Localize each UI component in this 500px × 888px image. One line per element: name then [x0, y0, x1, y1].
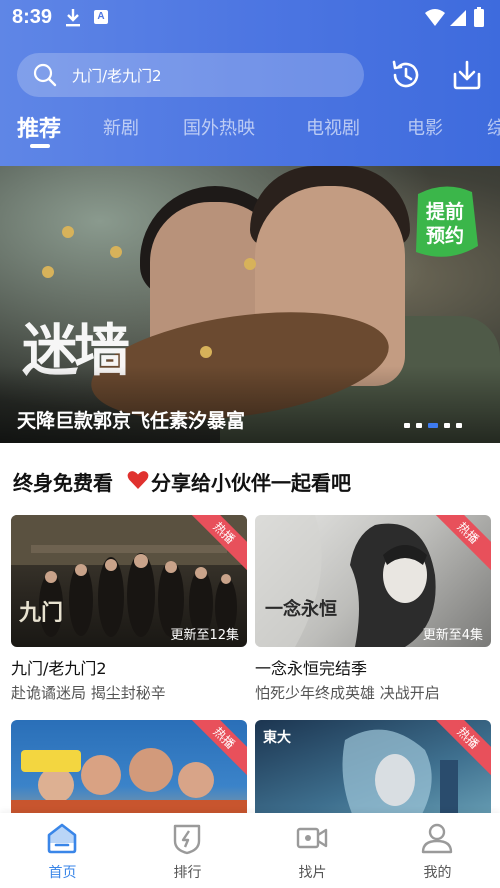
- header: 8:39 A 九门/老九门2 推荐 新剧 国外热映 电视剧 电影 综: [0, 0, 500, 166]
- banner-art-coin: [244, 258, 256, 270]
- nav-label-ranking: 排行: [173, 865, 202, 881]
- tab-foreign-hits[interactable]: 国外热映: [183, 114, 255, 140]
- card-title: 九门/老九门2: [11, 659, 107, 678]
- signal-icon: [450, 10, 466, 26]
- tab-movies[interactable]: 电影: [407, 114, 443, 140]
- carousel-dot[interactable]: [456, 423, 462, 428]
- video-camera-icon: [296, 827, 328, 849]
- bottom-nav: 首页 排行 找片 我的: [0, 813, 500, 888]
- app-notification-icon: A: [94, 10, 108, 24]
- download-status-icon: [66, 9, 80, 27]
- card-title: 一念永恒完结季: [255, 659, 368, 678]
- nav-home[interactable]: 首页: [0, 813, 125, 888]
- nav-label-home: 首页: [48, 865, 77, 881]
- nav-label-profile: 我的: [423, 865, 452, 881]
- carousel-dot-active[interactable]: [428, 423, 438, 428]
- status-bar: 8:39 A: [0, 0, 500, 36]
- tab-variety[interactable]: 综: [487, 114, 500, 140]
- banner-art-coin: [42, 266, 54, 278]
- home-icon: [47, 823, 77, 854]
- featured-banner[interactable]: 迷墙 提前 预约 天降巨款郭京飞任素汐暴富: [0, 166, 500, 443]
- wifi-icon: [425, 9, 445, 26]
- preorder-badge[interactable]: 提前 预约: [408, 180, 482, 264]
- badge-line2: 预约: [426, 224, 464, 247]
- search-input[interactable]: 九门/老九门2: [17, 53, 364, 97]
- history-icon[interactable]: [389, 58, 423, 92]
- search-icon: [33, 63, 57, 87]
- tab-new-drama[interactable]: 新剧: [103, 114, 139, 140]
- video-card[interactable]: 热播: [11, 720, 247, 813]
- poster-art-text: 東大: [263, 729, 291, 746]
- banner-caption: 天降巨款郭京飞任素汐暴富: [17, 410, 246, 432]
- nav-label-find-movie: 找片: [298, 865, 327, 881]
- carousel-dot[interactable]: [404, 423, 410, 428]
- carousel-dot[interactable]: [444, 423, 450, 428]
- video-card[interactable]: 東大 热播: [255, 720, 491, 813]
- battery-icon: [474, 9, 484, 27]
- banner-art-coin: [200, 346, 212, 358]
- heart-icon: [127, 471, 149, 489]
- person-icon: [421, 823, 453, 854]
- ranking-icon: [173, 824, 201, 855]
- banner-art-coin: [62, 226, 74, 238]
- poster-image: 九门 热播 更新至12集: [11, 515, 247, 647]
- status-time: 8:39: [12, 6, 53, 28]
- category-tabs: 推荐 新剧 国外热映 电视剧 电影 综: [0, 108, 500, 158]
- status-icons: [425, 7, 484, 27]
- nav-ranking[interactable]: 排行: [125, 813, 250, 888]
- carousel-dots: [404, 423, 474, 429]
- poster-art-text: 九门: [18, 600, 63, 626]
- nav-find-movie[interactable]: 找片: [250, 813, 375, 888]
- tab-recommend[interactable]: 推荐: [17, 111, 61, 143]
- poster-art-text: 一念永恒: [265, 598, 337, 620]
- tab-tv-series[interactable]: 电视剧: [306, 114, 360, 140]
- section-title-part1: 终身免费看: [13, 471, 113, 495]
- download-icon[interactable]: [450, 58, 484, 92]
- card-subtitle: 赴诡谲迷局 揭尘封秘辛: [11, 684, 166, 702]
- badge-line1: 提前: [426, 200, 464, 223]
- poster-image: 热播: [11, 720, 247, 813]
- poster-image: 一念永恒 热播 更新至4集: [255, 515, 491, 647]
- active-tab-indicator: [30, 144, 50, 148]
- nav-profile[interactable]: 我的: [375, 813, 500, 888]
- carousel-dot[interactable]: [416, 423, 422, 428]
- card-subtitle: 怕死少年终成英雄 决战开启: [255, 684, 440, 702]
- video-card[interactable]: 一念永恒 热播 更新至4集 一念永恒完结季 怕死少年终成英雄 决战开启: [255, 515, 491, 705]
- poster-image: 東大 热播: [255, 720, 491, 813]
- banner-art-coin: [110, 246, 122, 258]
- video-card[interactable]: 九门 热播 更新至12集 九门/老九门2 赴诡谲迷局 揭尘封秘辛: [11, 515, 247, 705]
- episode-update-label: 更新至12集: [170, 628, 239, 643]
- search-placeholder: 九门/老九门2: [72, 67, 162, 85]
- section-title-part2: 分享给小伙伴一起看吧: [151, 471, 351, 495]
- episode-update-label: 更新至4集: [422, 628, 483, 643]
